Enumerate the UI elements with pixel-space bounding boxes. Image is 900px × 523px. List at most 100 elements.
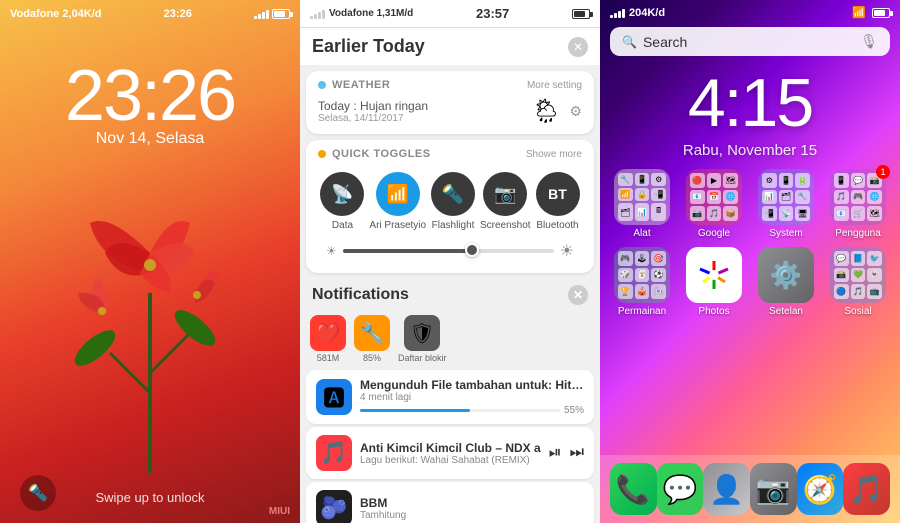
settings-icon: ⚙️ [758,247,814,303]
screenshot-toggle[interactable]: 📷 Screenshot [480,172,531,231]
tools-app-icon: 🔧 [354,315,390,351]
download-progress: 55% [360,405,584,416]
close-notifications-button[interactable]: ✕ [568,285,588,305]
block-app-notif[interactable]: 🛡 Daftar blokir [398,315,447,363]
tools-app-notif[interactable]: 🔧 85% [354,315,390,363]
sosial-folder[interactable]: 💬 📘 🐦 📸 💚 👻 🔵 🎵 📺 Sosial [826,247,890,317]
wifi-icon[interactable]: 📶 [376,172,420,216]
play-pause-button[interactable]: ⏯ [549,444,562,462]
status-time: 23:26 [164,8,192,20]
app-grid: 🔧 📱 ⚙ 📶 🔒 📲 🗂 📊 🖩 Alat 🔴 ▶ 🗺 📧 📅 🌐 [600,169,900,317]
system-folder-icon: ⚙ 📱 🔋 📊 🗂 🔧 📲 📡 🖥 [758,169,814,225]
home-time: 4:15 [600,64,900,142]
signal-icon [254,9,269,19]
toggles-header: QUICK TOGGLES Showe more [318,148,582,160]
status-icons-2 [572,9,590,19]
brightness-slider[interactable] [343,249,554,253]
permainan-folder[interactable]: 🎮 🕹 🎯 🎲 🃏 ⚽ 🏆 🎪 🎠 Permainan [610,247,674,317]
block-app-icon: 🛡 [404,315,440,351]
camera-dock-icon[interactable]: 📷 [750,463,797,515]
music-content: Anti Kimcil Kimcil Club – NDX a Lagu ber… [360,441,541,466]
notification-center-panel: Vodafone 1,31M/d 23:57 Earlier Today ✕ W… [300,0,600,523]
weather-settings-icon[interactable]: ⚙ [569,103,582,120]
quick-toggles-widget: QUICK TOGGLES Showe more 📡 Data 📶 Ari Pr… [306,140,594,273]
appstore-subtitle: 4 menit lagi [360,392,584,403]
search-bar[interactable]: 🔍 Search 🎙 [610,27,890,56]
messages-dock-icon[interactable]: 💬 [657,463,704,515]
wifi-icon-status: 📶 [852,6,866,19]
bbm-icon: 🫐 [316,490,352,523]
weather-cloud-icon: 🌦 [531,97,561,126]
google-folder-icon: 🔴 ▶ 🗺 📧 📅 🌐 📷 🎵 📦 [686,169,742,225]
appstore-icon: 🅰 [316,379,352,415]
miui-brand: MIUI [269,506,290,517]
alat-folder[interactable]: 🔧 📱 ⚙ 📶 🔒 📲 🗂 📊 🖩 Alat [610,169,674,239]
bbm-subtitle: Tamhitung [360,510,584,521]
google-folder[interactable]: 🔴 ▶ 🗺 📧 📅 🌐 📷 🎵 📦 Google [682,169,746,239]
weather-content: Today : Hujan ringan Selasa, 14/11/2017 … [318,97,582,126]
status-bar-3: 204K/d 📶 [600,0,900,25]
music-notification[interactable]: 🎵 Anti Kimcil Kimcil Club – NDX a Lagu b… [306,427,594,479]
bluetooth-toggle[interactable]: BT Bluetooth [536,172,580,231]
weather-date: Selasa, 14/11/2017 [318,113,428,124]
carrier-3: 204K/d [629,7,665,19]
flower-illustration [30,193,270,473]
toggle-dot-icon [318,150,326,158]
photos-app[interactable]: Photos [682,247,746,317]
music-controls: ⏯ ⏭ [549,444,584,462]
health-app-icon: ❤️ [310,315,346,351]
weather-dot-icon [318,81,326,89]
music-dock-icon[interactable]: 🎵 [843,463,890,515]
signal-icon-2 [310,9,325,19]
app-dock: 📞 💬 👤 📷 🧭 🎵 [600,455,900,523]
alat-label: Alat [633,228,650,239]
weather-widget: WEATHER More setting Today : Hujan ringa… [306,71,594,134]
music-subtitle: Lagu berikut: Wahai Sahabat (REMIX) [360,455,541,466]
safari-dock-icon[interactable]: 🧭 [797,463,844,515]
system-folder[interactable]: ⚙ 📱 🔋 📊 🗂 🔧 📲 📡 🖥 System [754,169,818,239]
health-app-notif[interactable]: ❤️ 581M [310,315,346,363]
quick-toggles-label: QUICK TOGGLES [332,148,431,160]
lock-date: Nov 14, Selasa [0,130,300,148]
permainan-folder-icon: 🎮 🕹 🎯 🎲 🃏 ⚽ 🏆 🎪 🎠 [614,247,670,303]
search-input[interactable]: Search [643,34,854,50]
weather-description: Today : Hujan ringan [318,99,428,113]
phone-dock-icon[interactable]: 📞 [610,463,657,515]
pengguna-label: Pengguna [835,228,881,239]
notifications-header: Notifications ✕ [300,279,600,311]
wifi-toggle[interactable]: 📶 Ari Prasetyio [369,172,426,231]
appstore-notification[interactable]: 🅰 Mengunduh File tambahan untuk: Hitm...… [306,370,594,424]
home-screen-panel: 204K/d 📶 🔍 Search 🎙 4:15 Rabu, November … [600,0,900,523]
bluetooth-icon[interactable]: BT [536,172,580,216]
status-time-2: 23:57 [476,6,509,21]
carrier-text: Vodafone 2,04K/d [10,8,101,20]
music-title: Anti Kimcil Kimcil Club – NDX a [360,441,541,455]
next-button[interactable]: ⏭ [570,444,584,462]
weather-widget-header: WEATHER More setting [318,79,582,91]
show-more-link[interactable]: Showe more [526,149,582,160]
close-earlier-button[interactable]: ✕ [568,37,588,57]
bbm-notification[interactable]: 🫐 BBM Tamhitung [306,482,594,523]
screenshot-icon[interactable]: 📷 [483,172,527,216]
sosial-label: Sosial [844,306,871,317]
appstore-content: Mengunduh File tambahan untuk: Hitm... 4… [360,378,584,416]
weather-label: WEATHER [332,79,390,91]
settings-app[interactable]: ⚙️ Setelan [754,247,818,317]
lock-screen-panel: Vodafone 2,04K/d 23:26 23:26 Nov 14, Sel… [0,0,300,523]
sosial-folder-icon: 💬 📘 🐦 📸 💚 👻 🔵 🎵 📺 [830,247,886,303]
flashlight-toggle[interactable]: 🔦 Flashlight [431,172,475,231]
signal-icon-3 [610,8,625,18]
alat-folder-icon: 🔧 📱 ⚙ 📶 🔒 📲 🗂 📊 🖩 [614,169,670,225]
data-icon[interactable]: 📡 [320,172,364,216]
contacts-dock-icon[interactable]: 👤 [703,463,750,515]
system-label: System [769,228,802,239]
home-date: Rabu, November 15 [600,142,900,159]
data-toggle[interactable]: 📡 Data [320,172,364,231]
flashlight-icon[interactable]: 🔦 [431,172,475,216]
brightness-high-icon: ☀ [560,241,574,261]
mic-icon[interactable]: 🎙 [860,33,878,50]
bbm-content: BBM Tamhitung [360,496,584,521]
pengguna-folder[interactable]: 📱 💬 📸 🎵 🎮 🌐 📧 🛒 🗺 1 Pengguna [826,169,890,239]
more-setting-link[interactable]: More setting [527,80,582,91]
battery-icon [272,9,290,19]
